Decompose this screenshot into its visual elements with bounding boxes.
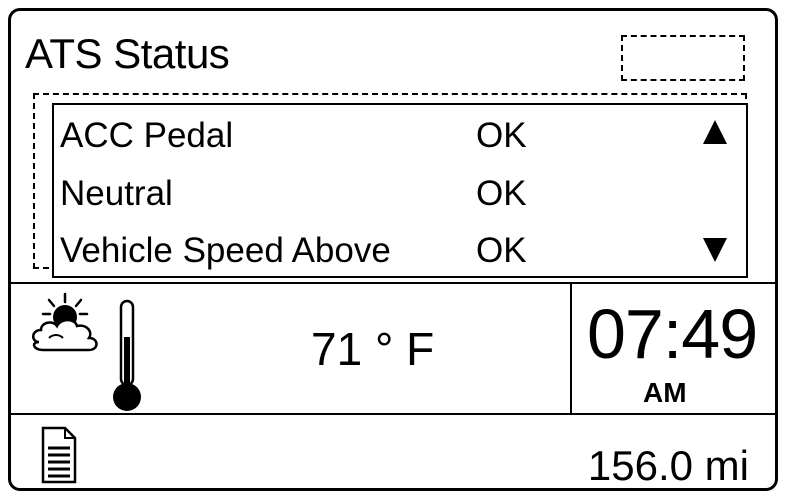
odometer-reading: 156.0 mi <box>587 442 749 489</box>
item-status: OK <box>476 231 527 270</box>
divider <box>570 282 572 415</box>
document-icon <box>41 426 77 484</box>
status-list[interactable]: ACC Pedal OK Neutral OK Vehicle Speed Ab… <box>52 103 748 278</box>
item-status: OK <box>476 116 527 155</box>
sun-behind-cloud-icon <box>32 292 98 352</box>
divider <box>11 413 775 415</box>
outside-temperature: 71 ° F <box>311 323 435 375</box>
page-title: ATS Status <box>25 30 230 77</box>
item-label: ACC Pedal <box>60 116 234 155</box>
scroll-down-icon[interactable] <box>702 237 728 263</box>
status-indicator-placeholder <box>621 35 745 81</box>
clock-period: AM <box>643 377 687 408</box>
divider <box>11 282 775 284</box>
clock-time: 07:49 <box>587 295 758 373</box>
ats-display-screen: ATS Status ACC Pedal OK Neutral OK Vehic… <box>8 8 778 491</box>
item-status: OK <box>476 174 527 213</box>
scroll-up-icon[interactable] <box>702 119 728 145</box>
item-label: Neutral <box>60 174 173 213</box>
thermometer-icon <box>113 299 141 411</box>
item-label: Vehicle Speed Above <box>60 231 391 270</box>
